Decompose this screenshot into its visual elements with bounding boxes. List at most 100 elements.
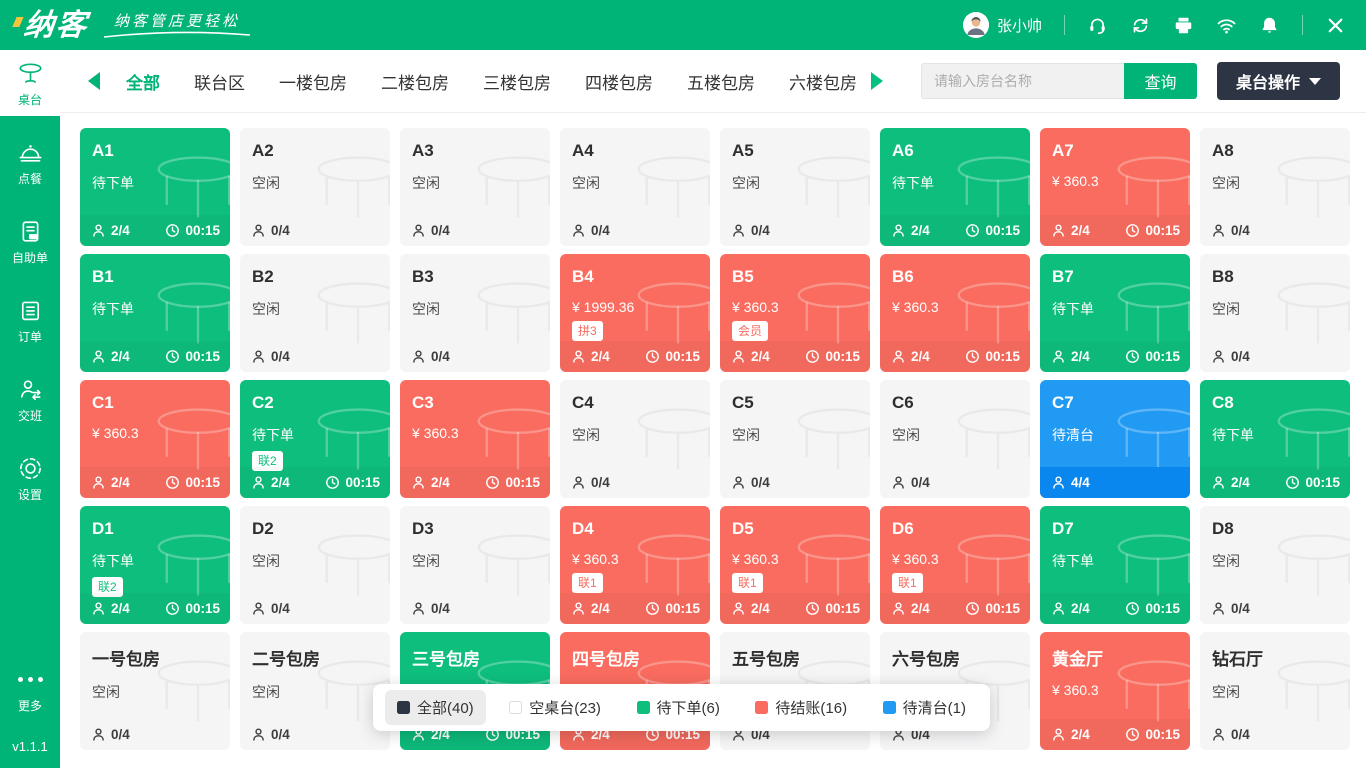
table-card[interactable]: C5 空闲 0/4	[720, 380, 870, 498]
sidebar-item-more[interactable]: 更多	[0, 656, 60, 722]
table-card[interactable]: C8 待下单 2/4	[1200, 380, 1350, 498]
table-card[interactable]: A4 空闲 0/4	[560, 128, 710, 246]
sync-icon[interactable]	[1130, 15, 1151, 36]
table-search-input[interactable]	[921, 63, 1124, 99]
table-card[interactable]: A3 空闲 0/4	[400, 128, 550, 246]
table-card[interactable]: C6 空闲 0/4	[880, 380, 1030, 498]
area-tab[interactable]: 六楼包房	[789, 69, 857, 94]
guest-count: 2/4	[891, 601, 930, 616]
legend-item[interactable]: 待结账(16)	[743, 690, 859, 725]
area-tab[interactable]: 五楼包房	[687, 69, 755, 94]
table-card[interactable]: D4 ¥ 360.3 联1 2/4	[560, 506, 710, 624]
sidebar-item-shift-change[interactable]: 交班	[0, 366, 60, 432]
table-card[interactable]: D7 待下单 2/4	[1040, 506, 1190, 624]
scroll-left-icon[interactable]	[88, 72, 100, 90]
table-card[interactable]: B2 空闲 0/4	[240, 254, 390, 372]
table-name: A7	[1052, 141, 1178, 161]
guest-count: 0/4	[571, 223, 610, 238]
table-card-footer: 0/4	[240, 215, 390, 246]
table-card[interactable]: B3 空闲 0/4	[400, 254, 550, 372]
table-card[interactable]: D5 ¥ 360.3 联1 2/4	[720, 506, 870, 624]
table-card[interactable]: 钻石厅 空闲 0/4	[1200, 632, 1350, 750]
table-status: 待下单	[1052, 299, 1178, 319]
table-name: C7	[1052, 393, 1178, 413]
table-card[interactable]: A7 ¥ 360.3 2/4	[1040, 128, 1190, 246]
guest-count: 0/4	[251, 349, 290, 364]
table-name: 三号包房	[412, 645, 538, 670]
person-icon	[731, 601, 746, 616]
legend-item[interactable]: 待下单(6)	[625, 690, 732, 725]
table-card[interactable]: 黄金厅 ¥ 360.3 2/4	[1040, 632, 1190, 750]
legend-item[interactable]: 全部(40)	[385, 690, 486, 725]
table-card[interactable]: B8 空闲 0/4	[1200, 254, 1350, 372]
table-card[interactable]: B5 ¥ 360.3 会员 2/4	[720, 254, 870, 372]
scroll-right-icon[interactable]	[871, 72, 883, 90]
table-card[interactable]: A8 空闲 0/4	[1200, 128, 1350, 246]
table-card[interactable]: B6 ¥ 360.3 2/4	[880, 254, 1030, 372]
dining-time: 00:15	[1125, 601, 1180, 616]
table-card[interactable]: B4 ¥ 1999.36 拼3 2/4	[560, 254, 710, 372]
customer-service-icon[interactable]	[1087, 15, 1108, 36]
table-card[interactable]: D2 空闲 0/4	[240, 506, 390, 624]
sidebar-item-order-food[interactable]: 点餐	[0, 129, 60, 195]
clock-icon	[165, 475, 180, 490]
table-card[interactable]: 二号包房 空闲 0/4	[240, 632, 390, 750]
table-card[interactable]: C4 空闲 0/4	[560, 380, 710, 498]
table-card[interactable]: B7 待下单 2/4	[1040, 254, 1190, 372]
table-card[interactable]: D8 空闲 0/4	[1200, 506, 1350, 624]
table-card-footer: 0/4	[1200, 341, 1350, 372]
legend-item[interactable]: 空桌台(23)	[497, 690, 613, 725]
area-tab[interactable]: 全部	[126, 69, 160, 94]
table-card[interactable]: D1 待下单 联2 2/4	[80, 506, 230, 624]
table-icon	[17, 60, 44, 87]
table-card[interactable]: A5 空闲 0/4	[720, 128, 870, 246]
bell-icon[interactable]	[1259, 15, 1280, 36]
table-name: C8	[1212, 393, 1338, 413]
table-card[interactable]: C1 ¥ 360.3 2/4	[80, 380, 230, 498]
table-name: B4	[572, 267, 698, 287]
printer-icon[interactable]	[1173, 15, 1194, 36]
legend-item[interactable]: 待清台(1)	[871, 690, 978, 725]
table-card-footer: 2/4 00:15	[1200, 467, 1350, 498]
sidebar-item-self-order[interactable]: 自助单	[0, 208, 60, 274]
sidebar-item-tables[interactable]: 桌台	[0, 50, 60, 116]
sidebar-item-orders[interactable]: 订单	[0, 287, 60, 353]
area-tab[interactable]: 一楼包房	[279, 69, 347, 94]
area-tab[interactable]: 二楼包房	[381, 69, 449, 94]
legend-swatch	[397, 701, 410, 714]
table-card[interactable]: D6 ¥ 360.3 联1 2/4	[880, 506, 1030, 624]
sidebar-item-settings[interactable]: 设置	[0, 445, 60, 511]
table-card[interactable]: A2 空闲 0/4	[240, 128, 390, 246]
table-card[interactable]: A1 待下单 2/4	[80, 128, 230, 246]
wifi-icon[interactable]	[1216, 15, 1237, 36]
person-icon	[1051, 601, 1066, 616]
clock-icon	[1125, 349, 1140, 364]
table-card[interactable]: C3 ¥ 360.3 2/4	[400, 380, 550, 498]
table-amount: ¥ 360.3	[1052, 682, 1178, 698]
table-card[interactable]: D3 空闲 0/4	[400, 506, 550, 624]
table-tag: 拼3	[572, 321, 603, 341]
table-card[interactable]: C7 待清台 4/4	[1040, 380, 1190, 498]
table-card-footer: 2/4 00:15	[880, 215, 1030, 246]
person-icon	[251, 349, 266, 364]
table-name: A2	[252, 141, 378, 161]
table-card[interactable]: 一号包房 空闲 0/4	[80, 632, 230, 750]
table-card-footer: 2/4 00:15	[880, 593, 1030, 624]
person-icon	[91, 349, 106, 364]
search-button[interactable]: 查询	[1124, 63, 1197, 99]
area-tab[interactable]: 联台区	[194, 69, 245, 94]
guest-count: 4/4	[1051, 475, 1090, 490]
current-user[interactable]: 张小帅	[963, 12, 1042, 38]
area-tab[interactable]: 四楼包房	[585, 69, 653, 94]
table-card[interactable]: A6 待下单 2/4	[880, 128, 1030, 246]
table-name: 四号包房	[572, 645, 698, 670]
table-status: 空闲	[732, 425, 858, 445]
dining-time: 00:15	[165, 601, 220, 616]
table-operations-button[interactable]: 桌台操作	[1217, 62, 1340, 100]
table-card[interactable]: B1 待下单 2/4	[80, 254, 230, 372]
table-card[interactable]: C2 待下单 联2 2/4	[240, 380, 390, 498]
close-icon[interactable]	[1325, 15, 1346, 36]
area-tab[interactable]: 三楼包房	[483, 69, 551, 94]
person-icon	[891, 223, 906, 238]
table-name: C2	[252, 393, 378, 413]
